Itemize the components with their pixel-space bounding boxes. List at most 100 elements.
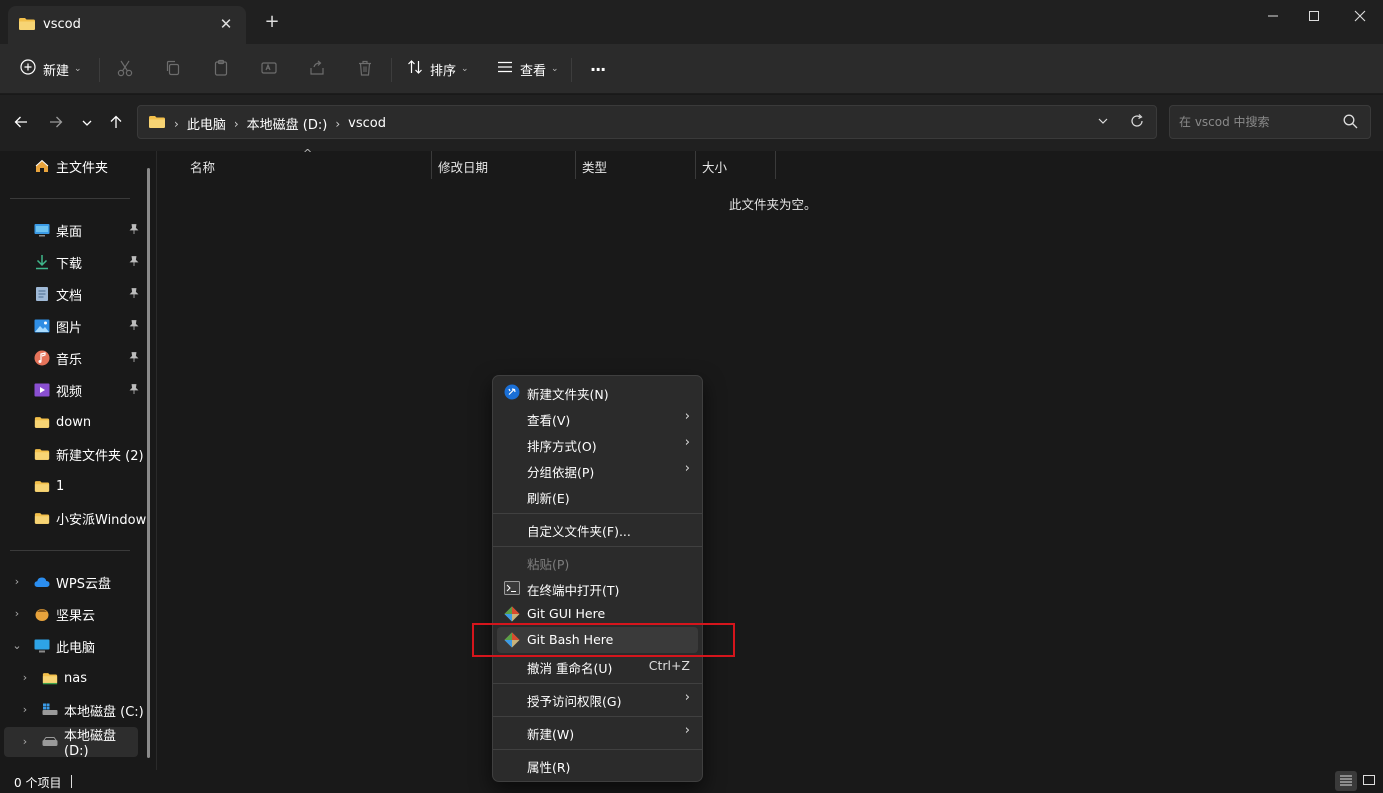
chevron-right-icon: › — [684, 461, 690, 476]
menu-item-label: 查看(V) — [527, 413, 571, 428]
new-label: 新建 — [43, 63, 70, 79]
refresh-icon[interactable] — [1130, 114, 1144, 131]
up-button[interactable] — [102, 109, 130, 137]
sidebar-item-wps-cloud[interactable]: › WPS云盘 — [0, 567, 148, 597]
chevron-right-icon: › — [174, 116, 179, 131]
menu-separator — [493, 716, 702, 717]
sidebar-item-new-folder-2[interactable]: 新建文件夹 (2) — [0, 439, 148, 469]
pin-icon[interactable] — [128, 351, 140, 363]
tab-vscod[interactable]: vscod ✕ — [8, 6, 246, 44]
menu-item-view[interactable]: 查看(V) › — [497, 405, 698, 431]
pin-icon[interactable] — [128, 255, 140, 267]
sidebar-item-downloads[interactable]: 下载 — [0, 247, 148, 277]
new-button[interactable]: 新建 ⌄ — [20, 52, 82, 86]
column-divider[interactable] — [775, 151, 776, 179]
menu-item-customize-folder[interactable]: 自定义文件夹(F)... — [497, 516, 698, 542]
chevron-right-icon[interactable]: › — [19, 672, 31, 684]
menu-item-properties[interactable]: 属性(R) — [497, 752, 698, 778]
chevron-right-icon: › — [233, 116, 239, 131]
breadcrumb-this-pc[interactable]: 此电脑 — [187, 114, 226, 133]
chevron-right-icon[interactable]: › — [11, 608, 23, 620]
sidebar-item-drive-d[interactable]: › 本地磁盘 (D:) — [4, 727, 138, 759]
sidebar-scrollbar[interactable] — [147, 168, 150, 758]
sidebar-item-1[interactable]: 1 — [0, 471, 148, 501]
sidebar-item-music[interactable]: 音乐 — [0, 343, 148, 373]
tiles-view-button[interactable] — [1358, 771, 1380, 791]
column-header-type[interactable]: 类型 — [582, 157, 607, 176]
menu-item-new[interactable]: 新建(W) › — [497, 719, 698, 745]
rename-button[interactable] — [257, 57, 281, 81]
share-button[interactable] — [305, 57, 329, 81]
breadcrumb-vscod[interactable]: vscod — [348, 116, 386, 131]
column-divider[interactable] — [695, 151, 696, 179]
close-window-button[interactable] — [1337, 0, 1383, 32]
sidebar-item-label: nas — [64, 670, 87, 686]
breadcrumb-drive-d[interactable]: 本地磁盘 (D:) — [247, 114, 328, 133]
terminal-icon — [504, 580, 520, 596]
sidebar-item-home[interactable]: 主文件夹 — [0, 151, 148, 181]
menu-item-group-by[interactable]: 分组依据(P) › — [497, 457, 698, 483]
menu-item-shortcut: Ctrl+Z — [648, 658, 690, 673]
menu-item-label: 授予访问权限(G) — [527, 694, 622, 709]
sidebar-item-pictures[interactable]: 图片 — [0, 311, 148, 341]
chevron-right-icon[interactable]: › — [19, 704, 31, 716]
sidebar-item-xiaoanpai[interactable]: 小安派Window — [0, 503, 148, 533]
file-list[interactable]: 名称 ^ 修改日期 类型 大小 此文件夹为空。 — [158, 147, 1383, 770]
sidebar-item-this-pc[interactable]: ⌄ 此电脑 — [0, 631, 148, 661]
menu-item-label: 撤消 重命名(U) — [527, 661, 613, 676]
view-button[interactable]: 查看 ⌄ — [497, 52, 559, 86]
sidebar-item-documents[interactable]: 文档 — [0, 279, 148, 309]
cut-button[interactable] — [113, 57, 137, 81]
back-button[interactable] — [7, 109, 35, 137]
chevron-right-icon: › — [684, 690, 690, 705]
column-divider[interactable] — [575, 151, 576, 179]
download-icon — [34, 254, 50, 270]
recent-locations-button[interactable] — [73, 109, 101, 137]
close-tab-icon[interactable]: ✕ — [216, 14, 236, 34]
menu-item-open-in-terminal[interactable]: 在终端中打开(T) — [497, 575, 698, 601]
details-view-icon — [1339, 774, 1353, 789]
search-icon[interactable] — [1343, 114, 1358, 132]
chevron-right-icon[interactable]: › — [11, 576, 23, 588]
chevron-down-icon: ⌄ — [551, 64, 559, 74]
sidebar-item-drive-c[interactable]: › 本地磁盘 (C:) — [0, 695, 148, 725]
column-divider[interactable] — [431, 151, 432, 179]
pin-icon[interactable] — [128, 319, 140, 331]
column-header-size[interactable]: 大小 — [702, 157, 727, 176]
search-input[interactable] — [1179, 112, 1339, 132]
delete-button[interactable] — [353, 57, 377, 81]
chevron-down-icon[interactable] — [1097, 115, 1109, 130]
sidebar-item-videos[interactable]: 视频 — [0, 375, 148, 405]
sidebar-item-nut-cloud[interactable]: › 坚果云 — [0, 599, 148, 629]
pin-icon[interactable] — [128, 223, 140, 235]
column-header-date-modified[interactable]: 修改日期 — [438, 157, 488, 176]
menu-item-give-access[interactable]: 授予访问权限(G) › — [497, 686, 698, 712]
more-options-button[interactable]: ··· — [590, 52, 606, 86]
paste-button[interactable] — [209, 57, 233, 81]
sidebar-item-desktop[interactable]: 桌面 — [0, 215, 148, 245]
this-pc-icon — [34, 638, 50, 654]
chevron-down-icon[interactable]: ⌄ — [11, 640, 23, 652]
sidebar-item-label: 小安派Window — [56, 512, 147, 528]
maximize-button[interactable] — [1291, 0, 1337, 32]
chevron-right-icon[interactable]: › — [19, 736, 31, 748]
menu-item-new-folder[interactable]: 新建文件夹(N) — [497, 379, 698, 405]
drive-c-icon — [42, 702, 58, 718]
command-bar: 新建 ⌄ 排序 ⌄ 查看 ⌄ ··· — [0, 44, 1383, 94]
menu-item-refresh[interactable]: 刷新(E) — [497, 483, 698, 509]
sort-button[interactable]: 排序 ⌄ — [407, 52, 469, 86]
forward-button[interactable] — [42, 109, 70, 137]
new-tab-button[interactable]: + — [262, 12, 282, 32]
menu-item-sort-by[interactable]: 排序方式(O) › — [497, 431, 698, 457]
pin-icon[interactable] — [128, 383, 140, 395]
column-header-name[interactable]: 名称 — [190, 157, 215, 176]
details-view-button[interactable] — [1335, 771, 1357, 791]
sidebar-item-nas[interactable]: › nas — [0, 663, 148, 693]
sidebar-item-down[interactable]: down — [0, 407, 148, 437]
address-bar[interactable]: › 此电脑 › 本地磁盘 (D:) › vscod — [137, 105, 1157, 139]
search-box[interactable] — [1169, 105, 1371, 139]
copy-button[interactable] — [161, 57, 185, 81]
minimize-button[interactable] — [1250, 0, 1296, 32]
navigation-pane: 主文件夹 桌面 下载 文档 图片 音乐 视频 down 新建文件夹 (2) 1 … — [0, 151, 157, 770]
pin-icon[interactable] — [128, 287, 140, 299]
